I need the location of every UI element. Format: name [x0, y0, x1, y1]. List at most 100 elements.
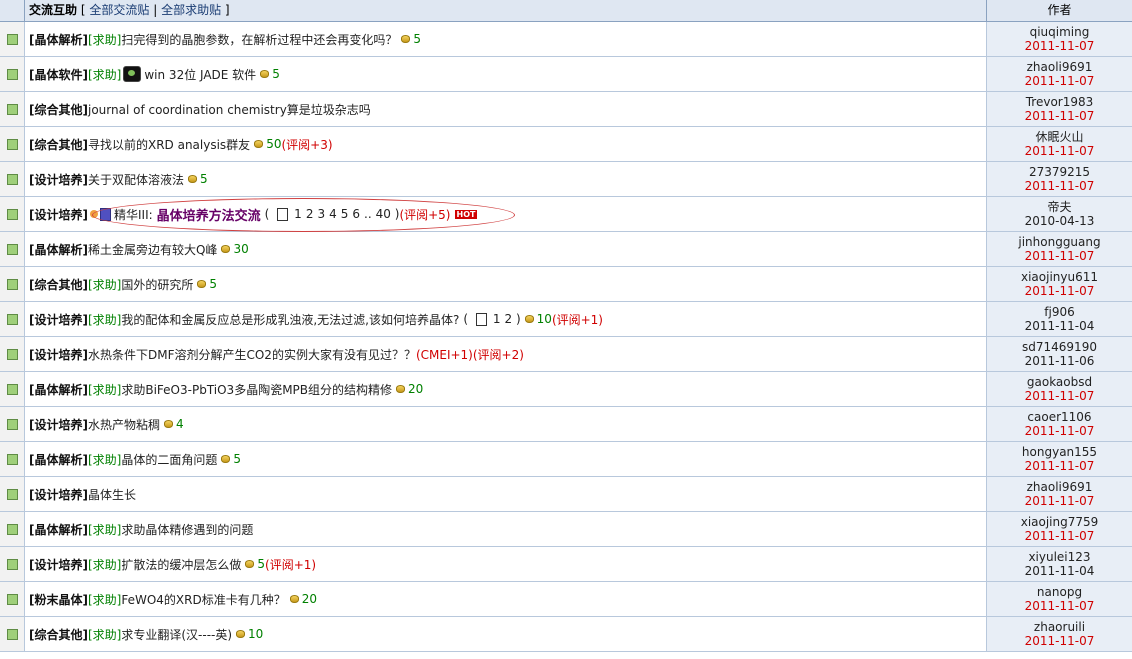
- topic-title[interactable]: 求助晶体精修遇到的问题: [121, 521, 253, 538]
- topic-row: [晶体解析] 稀土金属旁边有较大Q峰 30 jinhongguang 2011-11-0…: [0, 232, 1132, 267]
- topic-row: [设计培养] 水热条件下DMF溶剂分解产生CO2的实例大家有没有见过？？ (CMEI…: [0, 337, 1132, 372]
- topic-title[interactable]: 求助BiFeO3-PbTiO3多晶陶瓷MPB组分的结构精修: [121, 381, 392, 398]
- status-cell: [0, 372, 25, 406]
- coin-icon: [164, 420, 173, 428]
- reward-score: 5: [209, 277, 218, 291]
- bracket-close: ]: [224, 3, 230, 17]
- review-badge: (CMEI+1)(评阅+2): [415, 347, 524, 362]
- category-tag[interactable]: [晶体解析]: [29, 241, 88, 258]
- coin-icon: [289, 595, 299, 603]
- author-cell: 帝夫 2010-04-13: [987, 197, 1132, 231]
- help-tag[interactable]: [求助]: [88, 276, 121, 293]
- author-name[interactable]: hongyan155: [987, 445, 1132, 459]
- post-date: 2011-11-07: [1024, 389, 1095, 403]
- author-name[interactable]: 休眠火山: [987, 130, 1132, 144]
- post-date: 2011-11-07: [1024, 424, 1095, 438]
- all-help-link[interactable]: 全部求助贴: [161, 3, 221, 17]
- topic-title[interactable]: 扫完得到的晶胞参数，在解析过程中还会再变化吗？: [121, 31, 397, 48]
- author-name[interactable]: zhaoli9691: [987, 480, 1132, 494]
- author-name[interactable]: zhaoruili: [987, 620, 1132, 634]
- topic-row: [设计培养] 关于双配体溶液法 5 27379215 2011-11-07: [0, 162, 1132, 197]
- topic-cell: [晶体软件] [求助] win 32位 JADE 软件 5: [25, 57, 987, 91]
- category-tag[interactable]: [晶体解析]: [29, 381, 88, 398]
- author-name[interactable]: xiaojinyu611: [987, 270, 1132, 284]
- page-link[interactable]: 2: [505, 312, 513, 326]
- author-cell: xiaojinyu611 2011-11-07: [987, 267, 1132, 301]
- all-exchange-link[interactable]: 全部交流贴: [89, 3, 149, 17]
- topic-title[interactable]: 扩散法的缓冲层怎么做: [121, 556, 241, 573]
- help-tag[interactable]: [求助]: [88, 66, 121, 83]
- author-name[interactable]: zhaoli9691: [987, 60, 1132, 74]
- topic-row: [综合其他] [求助] 求专业翻译(汉----英) 10 zhaoruili 2011-1…: [0, 617, 1132, 652]
- author-name[interactable]: nanopg: [987, 585, 1132, 599]
- topic-title[interactable]: 求专业翻译(汉----英): [121, 626, 232, 643]
- post-date: 2011-11-07: [1024, 459, 1095, 473]
- topic-title[interactable]: journal of coordination chemistry算是垃圾杂志吗: [88, 101, 371, 118]
- topic-title[interactable]: 水热条件下DMF溶剂分解产生CO2的实例大家有没有见过？？: [88, 346, 416, 363]
- author-name[interactable]: fj906: [987, 305, 1132, 319]
- category-tag[interactable]: [设计培养]: [29, 416, 88, 433]
- help-tag[interactable]: [求助]: [88, 626, 121, 643]
- page-link[interactable]: 1: [493, 312, 501, 326]
- coin-icon: [401, 35, 411, 43]
- category-tag[interactable]: [晶体解析]: [29, 521, 88, 538]
- category-tag[interactable]: [晶体解析]: [29, 451, 88, 468]
- category-tag[interactable]: [晶体解析]: [29, 31, 88, 48]
- author-name[interactable]: xiaojing7759: [987, 515, 1132, 529]
- topic-title[interactable]: 晶体的二面角问题: [121, 451, 217, 468]
- topic-title[interactable]: 稀土金属旁边有较大Q峰: [88, 241, 217, 258]
- author-name[interactable]: gaokaobsd: [987, 375, 1132, 389]
- coin-icon: [396, 385, 406, 393]
- topic-title[interactable]: 关于双配体溶液法: [88, 171, 184, 188]
- category-tag[interactable]: [综合其他]: [29, 276, 88, 293]
- category-tag[interactable]: [设计培养]: [29, 311, 88, 328]
- author-name[interactable]: sd71469190: [987, 340, 1132, 354]
- topic-row: [晶体解析] [求助] 求助晶体精修遇到的问题 xiaojing7759 2011-11…: [0, 512, 1132, 547]
- topic-title[interactable]: 我的配体和金属反应总是形成乳浊液,无法过滤,该如何培养晶体?: [121, 311, 459, 328]
- green-square-icon: [6, 628, 18, 640]
- author-name[interactable]: qiuqiming: [987, 25, 1132, 39]
- author-name[interactable]: caoer1106: [987, 410, 1132, 424]
- category-tag[interactable]: [设计培养]: [29, 486, 88, 503]
- help-tag[interactable]: [求助]: [88, 381, 121, 398]
- topic-row: [粉末晶体] [求助] FeWO4的XRD标准卡有几种？ 20 nanopg 2011-1…: [0, 582, 1132, 617]
- topic-title[interactable]: 晶体生长: [88, 486, 136, 503]
- author-cell: fj906 2011-11-04: [987, 302, 1132, 336]
- status-cell: [0, 92, 25, 126]
- category-tag[interactable]: [综合其他]: [29, 101, 88, 118]
- help-tag[interactable]: [求助]: [88, 31, 121, 48]
- category-tag[interactable]: [综合其他]: [29, 136, 88, 153]
- green-square-icon: [6, 33, 18, 45]
- reward-score: 30: [233, 242, 249, 256]
- author-name[interactable]: jinhongguang: [987, 235, 1132, 249]
- topic-title[interactable]: win 32位 JADE 软件: [144, 66, 256, 83]
- topic-cell: [设计培养] 水热条件下DMF溶剂分解产生CO2的实例大家有没有见过？？ (CMEI…: [25, 337, 987, 371]
- reward-score: 5: [257, 557, 266, 571]
- topic-title[interactable]: FeWO4的XRD标准卡有几种？: [121, 591, 285, 608]
- topic-title[interactable]: 国外的研究所: [121, 276, 193, 293]
- author-cell: gaokaobsd 2011-11-07: [987, 372, 1132, 406]
- author-name[interactable]: xiyulei123: [987, 550, 1132, 564]
- status-cell: [0, 547, 25, 581]
- author-name[interactable]: 帝夫: [987, 200, 1132, 214]
- category-tag[interactable]: [粉末晶体]: [29, 591, 88, 608]
- header-topic-cell: 交流互助 [ 全部交流贴 | 全部求助贴 ]: [25, 0, 987, 21]
- help-tag[interactable]: [求助]: [88, 591, 121, 608]
- status-cell: [0, 442, 25, 476]
- category-tag[interactable]: [设计培养]: [29, 206, 88, 223]
- help-tag[interactable]: [求助]: [88, 311, 121, 328]
- help-tag[interactable]: [求助]: [88, 556, 121, 573]
- topic-title[interactable]: 寻找以前的XRD analysis群友: [88, 136, 250, 153]
- category-tag[interactable]: [综合其他]: [29, 626, 88, 643]
- category-tag[interactable]: [晶体软件]: [29, 66, 88, 83]
- category-tag[interactable]: [设计培养]: [29, 556, 88, 573]
- author-name[interactable]: 27379215: [987, 165, 1132, 179]
- topic-row: [设计培养] 晶体生长 zhaoli9691 2011-11-07: [0, 477, 1132, 512]
- help-tag[interactable]: [求助]: [88, 521, 121, 538]
- eye-icon: [123, 66, 142, 82]
- author-name[interactable]: Trevor1983: [987, 95, 1132, 109]
- category-tag[interactable]: [设计培养]: [29, 171, 88, 188]
- help-tag[interactable]: [求助]: [88, 451, 121, 468]
- category-tag[interactable]: [设计培养]: [29, 346, 88, 363]
- topic-title[interactable]: 水热产物粘稠: [88, 416, 160, 433]
